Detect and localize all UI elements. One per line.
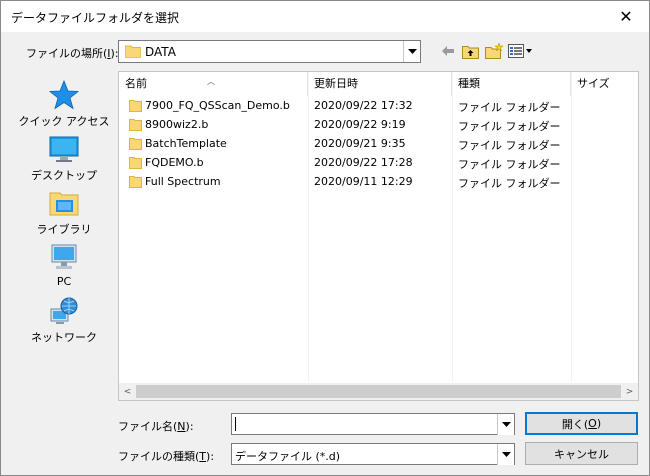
library-icon — [49, 192, 79, 216]
filename-combo[interactable] — [231, 413, 515, 435]
close-button[interactable]: ✕ — [603, 1, 649, 32]
file-name: 7900_FQ_QSScan_Demo.b — [145, 99, 290, 112]
text-caret — [235, 417, 236, 431]
filetype-label: ファイルの種類(T): — [118, 450, 215, 463]
view-menu-button[interactable] — [507, 41, 535, 61]
folder-icon — [129, 119, 142, 131]
place-label: PC — [56, 275, 72, 288]
title-bar: データファイルフォルダを選択 ✕ — [1, 1, 649, 32]
folder-icon — [129, 100, 142, 112]
star-icon — [48, 79, 80, 110]
scroll-thumb[interactable] — [136, 385, 621, 398]
place-label: ネットワーク — [31, 331, 97, 344]
places-bar: クイック アクセス デスクトップ ライブラリ PC ネットワーク — [16, 71, 112, 401]
file-date: 2020/09/21 9:35 — [314, 137, 406, 150]
up-folder-button[interactable] — [460, 41, 480, 61]
file-name: 8900wiz2.b — [145, 118, 209, 131]
file-type: ファイル フォルダー — [458, 120, 561, 133]
lookin-value: DATA — [145, 45, 176, 59]
filename-input[interactable] — [232, 414, 492, 434]
place-library[interactable]: ライブラリ — [16, 187, 112, 237]
file-name: Full Spectrum — [145, 175, 221, 188]
chevron-left-icon: < — [123, 386, 132, 397]
file-date: 2020/09/22 17:32 — [314, 99, 413, 112]
new-folder-icon — [484, 43, 504, 59]
lookin-combo[interactable]: DATA — [118, 40, 421, 63]
place-pc[interactable]: PC — [16, 241, 112, 288]
place-desktop[interactable]: デスクトップ — [16, 133, 112, 183]
file-type: ファイル フォルダー — [458, 177, 561, 190]
file-row[interactable]: Full Spectrum 2020/09/11 12:29 ファイル フォルダ… — [119, 172, 638, 191]
close-icon: ✕ — [619, 7, 633, 26]
filename-label: ファイル名(N): — [118, 420, 194, 433]
place-quick-access[interactable]: クイック アクセス — [16, 79, 112, 129]
place-label: クイック アクセス — [18, 115, 110, 128]
back-button[interactable] — [439, 41, 457, 61]
folder-icon — [129, 157, 142, 169]
cancel-button[interactable]: キャンセル — [525, 442, 638, 465]
lookin-label: ファイルの場所(I): — [26, 47, 119, 60]
column-header-name[interactable]: 名前 ︿ — [119, 72, 308, 96]
new-folder-button[interactable] — [483, 41, 505, 61]
filetype-value: データファイル (*.d) — [235, 450, 341, 463]
horizontal-scrollbar[interactable]: < > — [119, 383, 638, 400]
filename-dropdown-arrow[interactable] — [497, 414, 514, 435]
sort-up-icon: ︿ — [207, 77, 215, 86]
file-type: ファイル フォルダー — [458, 158, 561, 171]
desktop-icon — [49, 136, 79, 162]
file-date: 2020/09/11 12:29 — [314, 175, 413, 188]
file-name: BatchTemplate — [145, 137, 227, 150]
chevron-down-icon — [407, 49, 417, 54]
file-dialog: データファイルフォルダを選択 ✕ ファイルの場所(I): DATA クイック ア… — [0, 0, 650, 476]
file-date: 2020/09/22 9:19 — [314, 118, 406, 131]
folder-icon — [129, 176, 142, 188]
chevron-down-icon — [501, 422, 511, 427]
place-label: デスクトップ — [31, 169, 97, 182]
column-header-size[interactable]: サイズ — [571, 72, 638, 96]
place-network[interactable]: ネットワーク — [16, 295, 112, 345]
network-icon — [50, 297, 78, 324]
window-title: データファイルフォルダを選択 — [11, 11, 180, 25]
filetype-select[interactable]: データファイル (*.d) — [231, 443, 515, 465]
column-header-date[interactable]: 更新日時 — [308, 72, 452, 96]
chevron-down-icon — [501, 452, 511, 457]
chevron-right-icon: > — [625, 386, 634, 397]
lookin-dropdown-arrow[interactable] — [403, 41, 420, 62]
file-row[interactable]: 8900wiz2.b 2020/09/22 9:19 ファイル フォルダー — [119, 115, 638, 134]
file-row[interactable]: FQDEMO.b 2020/09/22 17:28 ファイル フォルダー — [119, 153, 638, 172]
file-name: FQDEMO.b — [145, 156, 204, 169]
file-type: ファイル フォルダー — [458, 101, 561, 114]
scroll-right-button[interactable]: > — [621, 383, 638, 400]
file-row[interactable]: BatchTemplate 2020/09/21 9:35 ファイル フォルダー — [119, 134, 638, 153]
back-arrow-icon — [442, 46, 454, 56]
pc-icon — [51, 244, 77, 269]
file-list[interactable]: 名前 ︿ 更新日時 種類 サイズ 7900_FQ_QSScan_Demo.b 2… — [118, 71, 639, 401]
file-date: 2020/09/22 17:28 — [314, 156, 413, 169]
up-folder-icon — [461, 45, 479, 59]
open-button[interactable]: 開く(O) — [525, 412, 638, 435]
folder-icon — [129, 138, 142, 150]
scroll-left-button[interactable]: < — [119, 383, 136, 400]
folder-icon — [125, 45, 141, 58]
place-label: ライブラリ — [36, 223, 92, 236]
view-menu-icon — [508, 44, 532, 58]
filetype-dropdown-arrow[interactable] — [497, 444, 514, 465]
column-header-type[interactable]: 種類 — [452, 72, 571, 96]
file-row[interactable]: 7900_FQ_QSScan_Demo.b 2020/09/22 17:32 フ… — [119, 96, 638, 115]
file-type: ファイル フォルダー — [458, 139, 561, 152]
